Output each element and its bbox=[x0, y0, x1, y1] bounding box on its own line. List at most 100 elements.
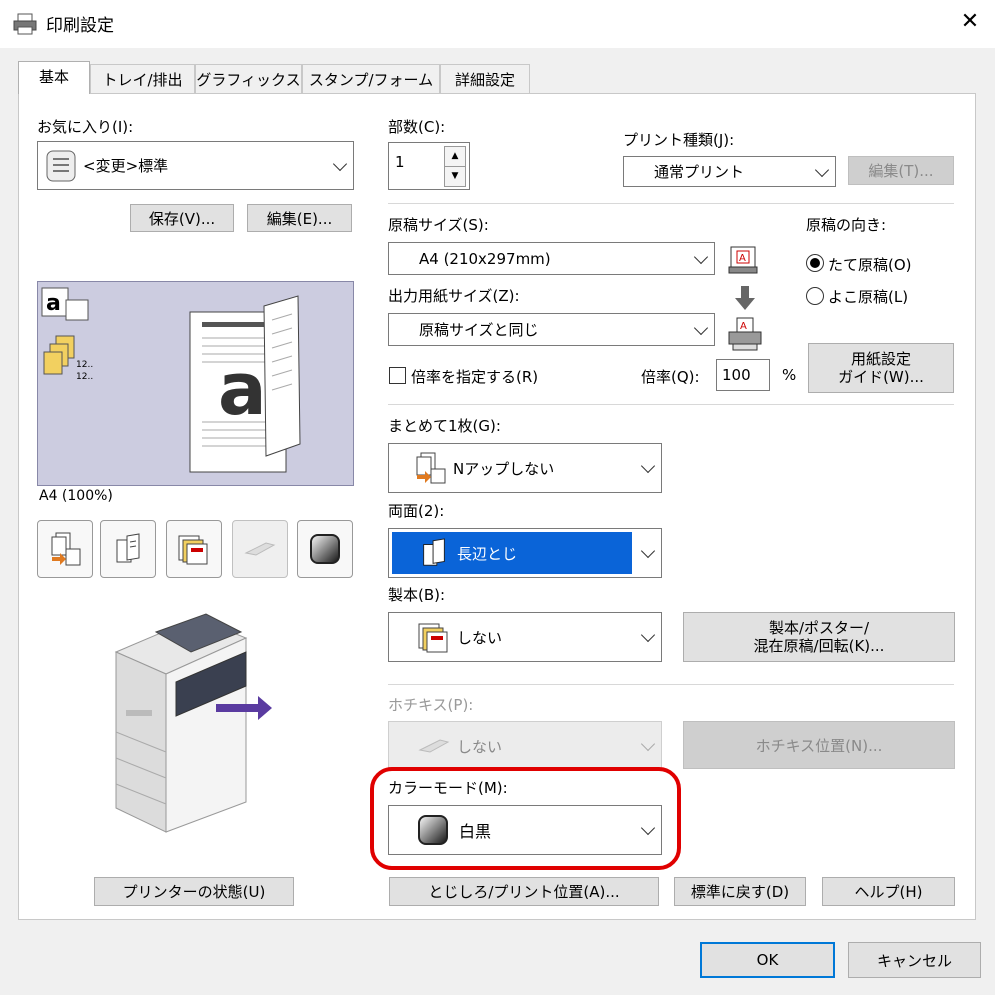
two-page-icon: a bbox=[41, 287, 89, 321]
scale-input[interactable]: 100 bbox=[716, 359, 770, 391]
print-type-value: 通常プリント bbox=[654, 163, 745, 181]
nup-icon bbox=[416, 452, 446, 484]
staple-position-button[interactable]: ホチキス位置(N)... bbox=[683, 721, 955, 769]
printer-icon bbox=[13, 13, 37, 35]
staple-value: しない bbox=[457, 737, 503, 756]
black-white-icon bbox=[418, 815, 448, 845]
color-mode-value: 白黒 bbox=[459, 822, 492, 841]
margin-position-button[interactable]: とじしろ/プリント位置(A)... bbox=[389, 877, 659, 906]
window-title: 印刷設定 bbox=[46, 16, 114, 36]
printer-status-button[interactable]: プリンターの状態(U) bbox=[94, 877, 294, 906]
chevron-down-icon bbox=[640, 627, 656, 643]
title-bar bbox=[0, 0, 995, 48]
favorites-value: <変更>標準 bbox=[83, 157, 169, 175]
print-type-select[interactable]: 通常プリント bbox=[623, 156, 836, 187]
mini-label-2: 12.. bbox=[76, 372, 94, 382]
paper-guide-line2: ガイド(W)... bbox=[838, 368, 924, 386]
chevron-down-icon bbox=[640, 458, 656, 474]
decrement-arrow-icon[interactable]: ▼ bbox=[444, 166, 466, 187]
duplex-select[interactable]: 長辺とじ bbox=[388, 528, 662, 578]
edit-favorite-button[interactable]: 編集(E)... bbox=[247, 204, 352, 232]
binding-value: しない bbox=[457, 628, 503, 647]
nup-label: まとめて1枚(G): bbox=[388, 417, 501, 435]
page-preview-graphic: a bbox=[189, 295, 301, 473]
booklet-shortcut-button[interactable] bbox=[166, 520, 222, 578]
edit-print-type-button[interactable]: 編集(T)... bbox=[848, 156, 954, 185]
svg-text:A: A bbox=[739, 253, 746, 264]
preview-pane: a 12.. 12.. a bbox=[37, 281, 354, 486]
chevron-down-icon bbox=[693, 320, 709, 335]
staple-shortcut-button[interactable] bbox=[232, 520, 288, 578]
divider bbox=[388, 203, 954, 204]
scale-label: 倍率(Q): bbox=[641, 368, 700, 386]
booklet-icon bbox=[418, 623, 448, 653]
landscape-radio[interactable] bbox=[806, 287, 824, 305]
binding-label: 製本(B): bbox=[388, 586, 446, 604]
increment-arrow-icon[interactable]: ▲ bbox=[444, 146, 466, 167]
portrait-label: たて原稿(O) bbox=[828, 256, 912, 274]
output-size-select[interactable]: 原稿サイズと同じ bbox=[388, 313, 715, 346]
favorites-select[interactable]: <変更>標準 bbox=[37, 141, 354, 190]
chevron-down-icon bbox=[640, 736, 656, 752]
binding-select[interactable]: しない bbox=[388, 612, 662, 662]
scale-checkbox-label: 倍率を指定する(R) bbox=[411, 368, 539, 386]
duplex-shortcut-button[interactable] bbox=[100, 520, 156, 578]
original-size-label: 原稿サイズ(S): bbox=[388, 216, 489, 234]
booklet-poster-button[interactable]: 製本/ポスター/ 混在原稿/回転(K)... bbox=[683, 612, 955, 662]
mini-label-1: 12.. bbox=[76, 360, 94, 370]
divider bbox=[388, 404, 954, 405]
paper-guide-line1: 用紙設定 bbox=[850, 350, 911, 368]
duplex-icon bbox=[116, 533, 140, 563]
save-favorite-button[interactable]: 保存(V)... bbox=[130, 204, 234, 232]
color-mode-select[interactable]: 白黒 bbox=[388, 805, 662, 855]
favorites-label: お気に入り(I): bbox=[37, 118, 134, 136]
help-button[interactable]: ヘルプ(H) bbox=[822, 877, 955, 906]
color-mode-shortcut-button[interactable] bbox=[297, 520, 353, 578]
chevron-down-icon bbox=[814, 162, 830, 177]
chevron-down-icon bbox=[693, 249, 709, 264]
copies-label: 部数(C): bbox=[388, 118, 446, 136]
color-mode-label: カラーモード(M): bbox=[388, 779, 508, 797]
staple-icon bbox=[244, 542, 276, 556]
original-size-value: A4 (210x297mm) bbox=[419, 249, 551, 268]
booklet-button-line1: 製本/ポスター/ bbox=[768, 619, 870, 637]
svg-text:A: A bbox=[740, 321, 747, 332]
tab-basic[interactable]: 基本 bbox=[18, 61, 90, 94]
orientation-label: 原稿の向き: bbox=[806, 216, 887, 234]
tab-graphics[interactable]: グラフィックス bbox=[195, 64, 302, 94]
nup-icon bbox=[51, 532, 81, 566]
favorite-list-icon bbox=[46, 150, 76, 181]
scale-checkbox[interactable] bbox=[389, 367, 406, 384]
tab-tray-output[interactable]: トレイ/排出 bbox=[90, 64, 195, 94]
output-size-value: 原稿サイズと同じ bbox=[419, 321, 539, 339]
staple-select[interactable]: しない bbox=[388, 721, 662, 771]
duplex-label: 両面(2): bbox=[388, 502, 445, 520]
nup-shortcut-button[interactable] bbox=[37, 520, 93, 578]
restore-defaults-button[interactable]: 標準に戻す(D) bbox=[674, 877, 806, 906]
nup-value: Nアップしない bbox=[453, 459, 555, 478]
cancel-button[interactable]: キャンセル bbox=[848, 942, 981, 978]
tab-advanced[interactable]: 詳細設定 bbox=[440, 64, 530, 94]
copies-spinner[interactable]: 1 ▲ ▼ bbox=[388, 142, 470, 190]
chevron-down-icon bbox=[640, 820, 656, 836]
original-size-select[interactable]: A4 (210x297mm) bbox=[388, 242, 715, 275]
tab-stamp-form[interactable]: スタンプ/フォーム bbox=[302, 64, 440, 94]
arrow-down-icon bbox=[735, 286, 755, 310]
output-size-label: 出力用紙サイズ(Z): bbox=[388, 287, 520, 305]
chevron-down-icon bbox=[640, 543, 656, 559]
output-printer-icon: A bbox=[728, 317, 762, 351]
printer-illustration bbox=[114, 613, 272, 833]
paper-guide-button[interactable]: 用紙設定 ガイド(W)... bbox=[808, 343, 954, 393]
nup-select[interactable]: Nアップしない bbox=[388, 443, 662, 493]
svg-text:a: a bbox=[46, 291, 61, 316]
portrait-radio[interactable] bbox=[806, 254, 824, 272]
ok-button[interactable]: OK bbox=[700, 942, 835, 978]
copies-value: 1 bbox=[395, 153, 405, 171]
booklet-icon bbox=[178, 535, 208, 565]
close-icon[interactable]: ✕ bbox=[958, 10, 982, 34]
original-document-icon: A bbox=[728, 246, 758, 274]
print-type-label: プリント種類(J): bbox=[623, 131, 735, 149]
staple-label: ホチキス(P): bbox=[388, 696, 474, 714]
duplex-value: 長辺とじ bbox=[457, 544, 518, 563]
staple-icon bbox=[418, 739, 450, 753]
